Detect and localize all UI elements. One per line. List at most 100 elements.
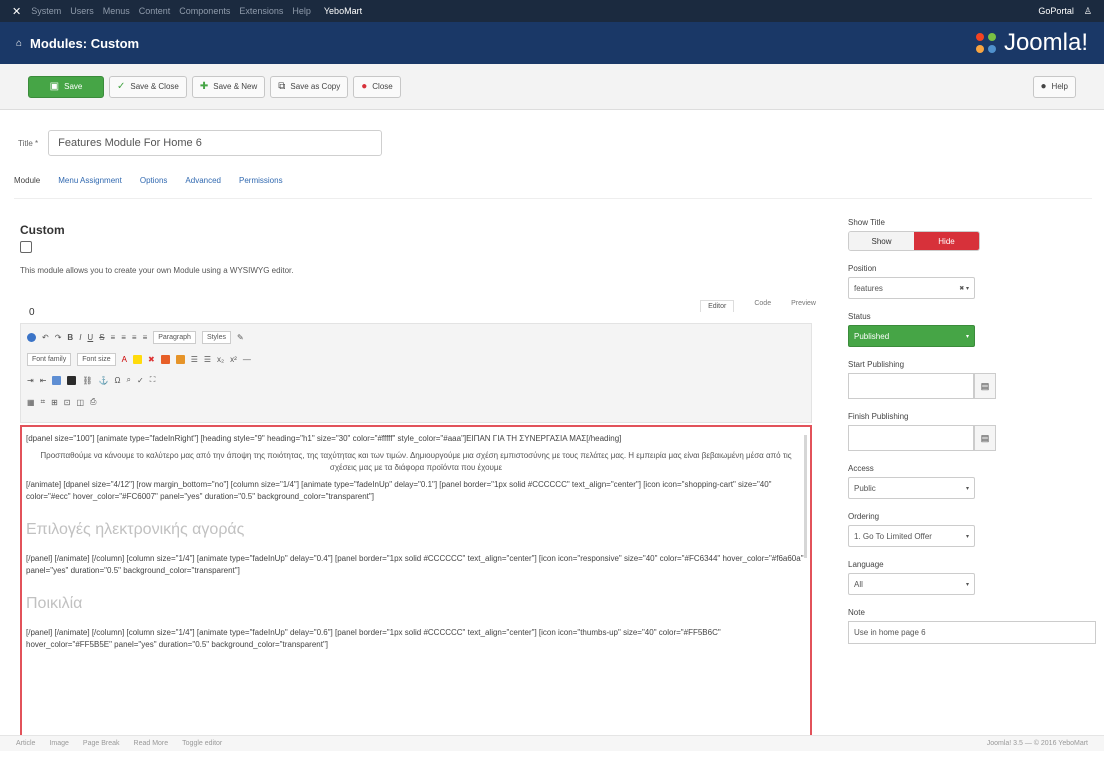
- page-break-button[interactable]: Page Break: [83, 740, 120, 747]
- tab-editor[interactable]: Editor: [700, 300, 735, 312]
- undo-icon[interactable]: ↶: [42, 333, 49, 342]
- bold-icon[interactable]: B: [67, 333, 73, 342]
- template-icon[interactable]: ⊞: [51, 398, 58, 407]
- image-icon[interactable]: [52, 375, 62, 385]
- position-label: Position: [848, 264, 877, 273]
- nav-users[interactable]: Users: [70, 6, 94, 16]
- status-select[interactable]: Published ▾: [848, 325, 975, 347]
- blocks-icon[interactable]: ▦: [27, 398, 35, 407]
- justify-icon[interactable]: ≡: [143, 333, 148, 342]
- module-heading: Custom: [20, 223, 65, 237]
- ordering-select[interactable]: 1. Go To Limited Offer ▾: [848, 525, 975, 547]
- editor-statusbar: Article Image Page Break Read More Toggl…: [0, 735, 1104, 751]
- styles-select[interactable]: Styles: [201, 331, 231, 344]
- editor-content[interactable]: [dpanel size="100"] [animate type="fadeI…: [20, 425, 812, 749]
- calendar-icon[interactable]: ▤: [974, 425, 996, 451]
- italic-icon[interactable]: I: [79, 333, 81, 342]
- underline-icon[interactable]: U: [87, 333, 93, 342]
- toggle-editor-button[interactable]: Toggle editor: [182, 740, 222, 747]
- symbol-icon[interactable]: Ω: [115, 376, 121, 385]
- editor-scrollbar[interactable]: [804, 435, 807, 558]
- username: GoPortal: [1038, 5, 1074, 16]
- user-menu[interactable]: GoPortal ♙: [1038, 6, 1092, 17]
- finish-publishing-input[interactable]: [848, 425, 974, 451]
- align-center-icon[interactable]: ≡: [121, 333, 126, 342]
- remove-format-icon[interactable]: ✖: [148, 355, 155, 364]
- box-icon[interactable]: [175, 355, 185, 364]
- redo-icon[interactable]: ↷: [55, 333, 62, 342]
- language-select[interactable]: All ▾: [848, 573, 975, 595]
- spellcheck-icon[interactable]: ✓: [137, 376, 144, 385]
- show-option[interactable]: Show: [849, 232, 914, 250]
- nav-extensions[interactable]: Extensions: [239, 6, 283, 16]
- font-size-select[interactable]: Font size: [77, 353, 116, 366]
- strike-icon[interactable]: S: [99, 333, 104, 342]
- search-icon[interactable]: ⌕: [127, 375, 131, 385]
- chevron-down-icon: ▾: [965, 333, 969, 340]
- tab-preview[interactable]: Preview: [791, 300, 816, 312]
- anchor-icon[interactable]: ⚓: [99, 376, 109, 385]
- title-input[interactable]: Features Module For Home 6: [48, 130, 383, 156]
- nav-content[interactable]: Content: [139, 6, 171, 16]
- link-icon[interactable]: ⛓: [82, 376, 92, 385]
- nav-components[interactable]: Components: [179, 6, 230, 16]
- access-select[interactable]: Public ▾: [848, 477, 975, 499]
- tab-module[interactable]: Module: [14, 176, 40, 185]
- media-icon[interactable]: [67, 375, 77, 385]
- article-button[interactable]: Article: [16, 740, 35, 747]
- table-icon[interactable]: [160, 355, 170, 364]
- visual-aid-icon[interactable]: ⊡: [64, 398, 71, 407]
- nav-help[interactable]: Help: [292, 6, 311, 16]
- rule-icon[interactable]: —: [243, 355, 251, 364]
- font-family-select[interactable]: Font family: [27, 353, 72, 366]
- nav-system[interactable]: System: [31, 6, 61, 16]
- fullscreen-icon[interactable]: ⛶: [150, 375, 156, 385]
- tab-options[interactable]: Options: [140, 176, 168, 185]
- hide-option[interactable]: Hide: [914, 232, 979, 250]
- align-left-icon[interactable]: ≡: [111, 333, 116, 342]
- joomla-icon[interactable]: [27, 333, 36, 342]
- show-title-toggle[interactable]: Show Hide: [848, 231, 980, 251]
- content-line-2: Προσπαθούμε να κάνουμε το καλύτερο μας α…: [40, 451, 792, 472]
- pen-icon[interactable]: ✎: [237, 333, 244, 342]
- align-right-icon[interactable]: ≡: [132, 333, 137, 342]
- status-label: Status: [848, 312, 871, 321]
- read-more-button[interactable]: Read More: [134, 740, 169, 747]
- text-color-icon[interactable]: A: [122, 355, 127, 364]
- start-publishing-input[interactable]: [848, 373, 974, 399]
- save-close-button[interactable]: ✓ Save & Close: [109, 75, 187, 98]
- calendar-icon[interactable]: ▤: [974, 373, 996, 399]
- joomla-menu-icon[interactable]: ✕: [12, 5, 21, 18]
- list-icon[interactable]: ☰: [191, 355, 198, 364]
- superscript-icon[interactable]: x²: [230, 355, 237, 364]
- save-new-button[interactable]: ✚ Save & New: [191, 75, 266, 98]
- save-button[interactable]: ▣ Save: [28, 75, 104, 98]
- toolbar-row-3: ⇥ ⇤ ⛓ ⚓ Ω ⌕ ✓ ⛶: [27, 375, 155, 385]
- show-title-field: Show Title Show Hide: [848, 218, 1096, 251]
- highlight-icon[interactable]: [132, 355, 142, 364]
- indent-icon[interactable]: ⇥: [27, 376, 34, 385]
- note-input[interactable]: Use in home page 6: [848, 621, 1096, 644]
- nav-menus[interactable]: Menus: [103, 6, 130, 16]
- start-publishing-field: Start Publishing ▤: [848, 360, 1096, 399]
- site-link[interactable]: YeboMart: [324, 6, 362, 16]
- outdent-icon[interactable]: ⇤: [40, 376, 47, 385]
- ordered-list-icon[interactable]: ☰: [204, 355, 211, 364]
- position-select[interactable]: features ✖ ▾: [848, 277, 975, 299]
- tab-menu-assignment[interactable]: Menu Assignment: [58, 176, 122, 185]
- format-select[interactable]: Paragraph: [153, 331, 196, 344]
- save-copy-button[interactable]: ⧉ Save as Copy: [270, 75, 349, 98]
- tab-code[interactable]: Code: [754, 300, 771, 312]
- image-button[interactable]: Image: [49, 740, 68, 747]
- subscript-icon[interactable]: x₂: [217, 355, 224, 364]
- toolbar-row-4: ▦ ⌗ ⊞ ⊡ ◫ ⎙: [27, 397, 96, 407]
- print-icon[interactable]: ⎙: [90, 397, 96, 407]
- close-button[interactable]: ● Close: [353, 75, 401, 98]
- preview-icon[interactable]: ◫: [76, 398, 84, 407]
- tab-permissions[interactable]: Permissions: [239, 176, 283, 185]
- code-icon[interactable]: ⌗: [41, 397, 46, 407]
- access-field: Access Public ▾: [848, 464, 1096, 499]
- clear-icon[interactable]: ✖ ▾: [959, 285, 969, 292]
- tab-advanced[interactable]: Advanced: [185, 176, 221, 185]
- help-button[interactable]: ● Help: [1032, 75, 1076, 98]
